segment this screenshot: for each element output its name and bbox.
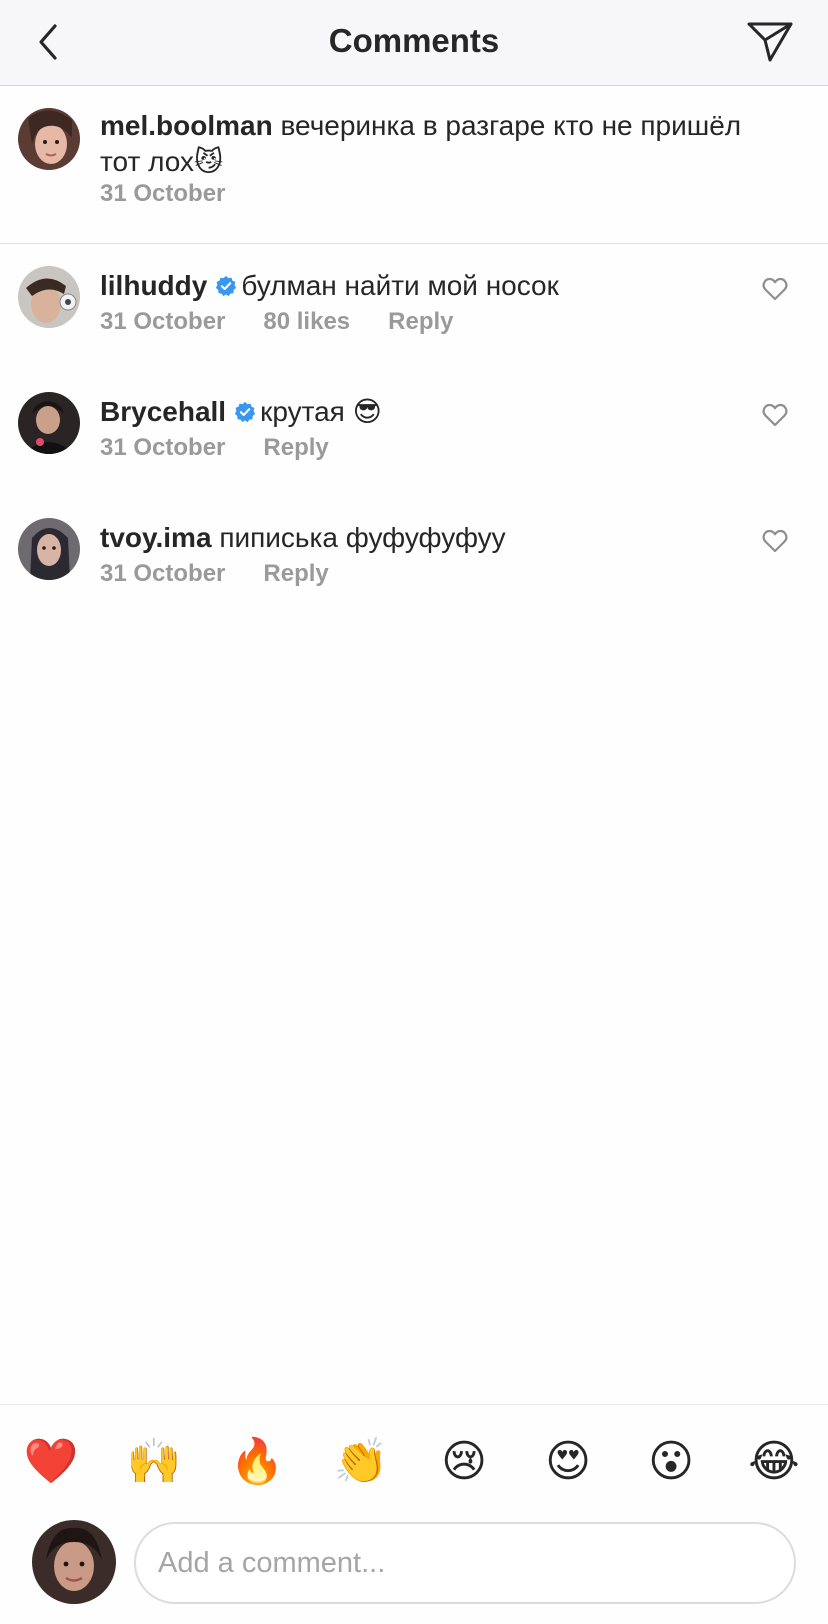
- heart-outline-icon: [762, 529, 788, 553]
- reply-button[interactable]: Reply: [263, 560, 328, 588]
- caption-date[interactable]: 31 October: [100, 180, 225, 208]
- current-user-avatar: [32, 1520, 116, 1604]
- avatar[interactable]: [18, 392, 80, 454]
- caption-username[interactable]: mel.boolman: [100, 110, 273, 141]
- emoji-surprised-button[interactable]: 😮: [644, 1435, 698, 1489]
- verified-badge-icon: [216, 275, 237, 297]
- likes-count[interactable]: 80 likes: [263, 308, 350, 336]
- paper-plane-icon: [747, 22, 793, 62]
- heart-outline-icon: [762, 403, 788, 427]
- comment-text: Brycehall крутая 😎: [100, 394, 788, 430]
- emoji-heart-eyes-button[interactable]: 😍: [541, 1435, 595, 1489]
- comment-date[interactable]: 31 October: [100, 308, 225, 336]
- reply-button[interactable]: Reply: [263, 434, 328, 462]
- comment-text: lilhuddy булман найти мой носок: [100, 268, 788, 304]
- avatar[interactable]: [18, 108, 80, 170]
- avatar-photo: [18, 108, 80, 170]
- emoji-crying-button[interactable]: 😢: [437, 1435, 491, 1489]
- emoji-laughing-button[interactable]: 😂: [747, 1435, 801, 1489]
- comment-item: Brycehall крутая 😎 31 October Reply: [0, 370, 828, 496]
- comment-username[interactable]: tvoy.ima: [100, 522, 212, 553]
- reply-button[interactable]: Reply: [388, 308, 453, 336]
- comment-date[interactable]: 31 October: [100, 560, 225, 588]
- heart-outline-icon: [762, 277, 788, 301]
- emoji-fire-button[interactable]: 🔥: [230, 1435, 285, 1489]
- comment-body: крутая 😎: [260, 396, 382, 427]
- emoji-raised-hands-button[interactable]: 🙌: [127, 1435, 182, 1489]
- comment-item: tvoy.ima пиписька фуфуфуфуу 31 October R…: [0, 496, 828, 622]
- comment-composer: [0, 1516, 828, 1624]
- post-caption: mel.boolman вечеринка в разгаре кто не п…: [0, 86, 828, 244]
- comment-text: tvoy.ima пиписька фуфуфуфуу: [100, 520, 788, 556]
- comment-body: пиписька фуфуфуфуу: [219, 522, 506, 553]
- comment-meta: 31 October Reply: [100, 434, 329, 462]
- comment-meta: 31 October 80 likes Reply: [100, 308, 454, 336]
- emoji-bar: ❤️ 🙌 🔥 👏 😢 😍 😮 😂: [0, 1404, 828, 1516]
- avatar-photo: [32, 1520, 116, 1604]
- comment-body: булман найти мой носок: [241, 270, 559, 301]
- comment-meta: 31 October Reply: [100, 560, 329, 588]
- like-button[interactable]: [760, 400, 790, 430]
- like-button[interactable]: [760, 274, 790, 304]
- comment-date[interactable]: 31 October: [100, 434, 225, 462]
- verified-badge-icon: [234, 401, 256, 423]
- avatar[interactable]: [18, 266, 80, 328]
- avatar[interactable]: [18, 518, 80, 580]
- avatar-photo: [18, 518, 80, 580]
- comment-username[interactable]: Brycehall: [100, 396, 226, 427]
- comment-item: lilhuddy булман найти мой носок 31 Octobe…: [0, 244, 828, 370]
- share-button[interactable]: [744, 18, 796, 66]
- caption-text: mel.boolman вечеринка в разгаре кто не п…: [100, 108, 788, 180]
- caption-meta: 31 October: [100, 180, 225, 208]
- like-button[interactable]: [760, 526, 790, 556]
- emoji-heart-button[interactable]: ❤️: [24, 1435, 79, 1489]
- page-title: Comments: [328, 22, 500, 59]
- avatar-photo: [18, 392, 80, 454]
- comment-input[interactable]: [134, 1522, 796, 1604]
- avatar-photo: [18, 266, 80, 328]
- comment-username[interactable]: lilhuddy: [100, 270, 207, 301]
- emoji-clap-button[interactable]: 👏: [334, 1435, 389, 1489]
- top-bar: Comments: [0, 0, 828, 86]
